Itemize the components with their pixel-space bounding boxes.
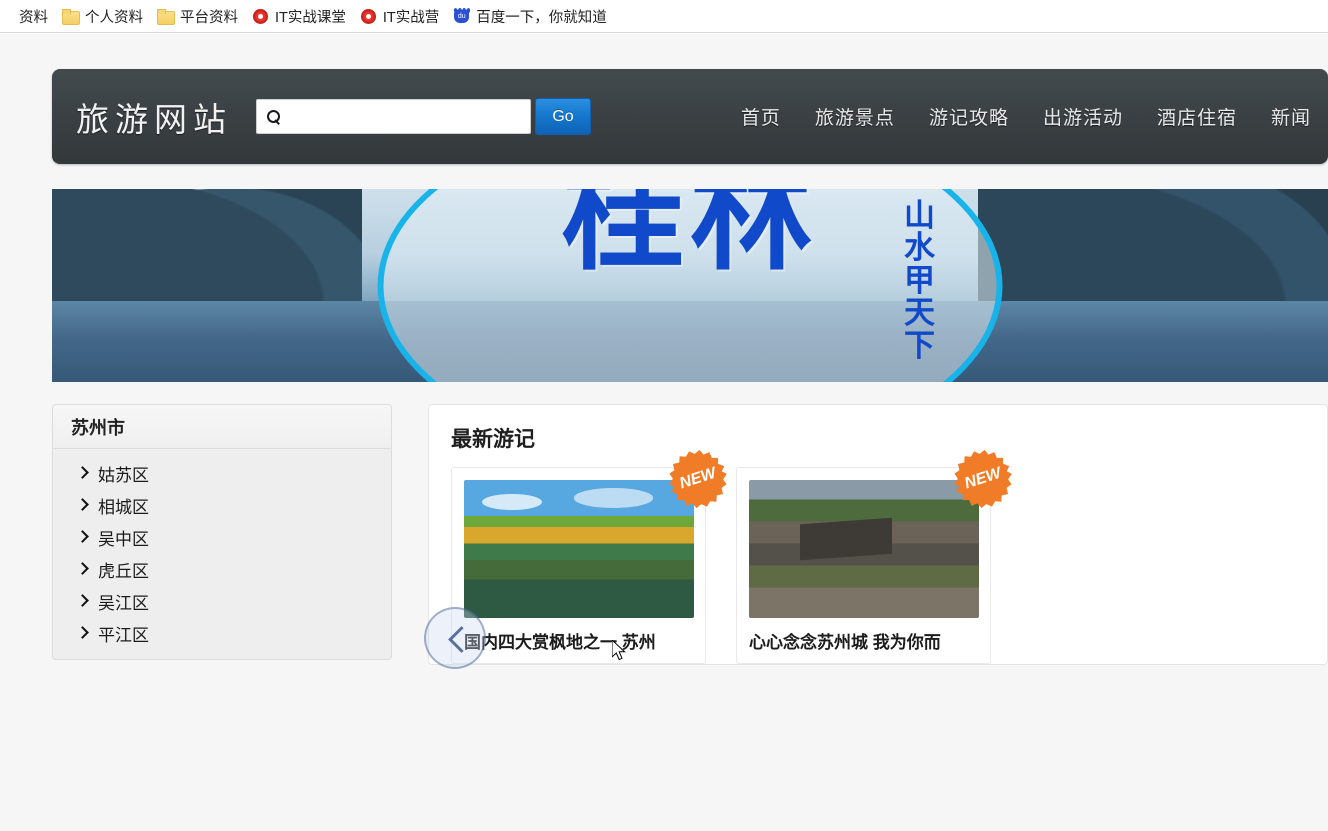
section-title: 最新游记 xyxy=(451,428,535,451)
chrome-icon xyxy=(252,8,269,25)
folder-icon xyxy=(157,8,175,25)
search-area: Go xyxy=(256,98,591,135)
site-header: 旅游网站 Go 首页 旅游景点 游记攻略 出游活动 酒店住宿 新闻 xyxy=(52,69,1328,164)
chevron-right-icon xyxy=(77,499,89,511)
chevron-right-icon xyxy=(77,595,89,607)
content-area: 苏州市 姑苏区 相城区 吴中区 虎丘区 吴江区 平江区 最新游记 NEW 国内四… xyxy=(52,404,1328,669)
banner-oval-frame: ·醉美桂林—5日游· 桂林 山水甲天下 山青水秀洞奇石美 —— 渔舟唱晚 xyxy=(377,189,1003,382)
bookmark-label: IT实战营 xyxy=(382,9,440,26)
carousel-prev-button[interactable] xyxy=(424,607,486,669)
bookmark-item[interactable]: 平台资料 xyxy=(153,3,246,29)
page-content-wrapper: 旅游网站 Go 首页 旅游景点 游记攻略 出游活动 酒店住宿 新闻 桂林 山水甲… xyxy=(52,34,1328,669)
sidebar-item-wujiang[interactable]: 吴江区 xyxy=(53,585,391,617)
nav-item-hotels[interactable]: 酒店住宿 xyxy=(1140,103,1254,130)
baidu-paw-shape xyxy=(453,6,472,15)
search-go-button[interactable]: Go xyxy=(535,98,591,135)
search-icon xyxy=(267,109,281,124)
browser-bookmarks-bar: 资料 个人资料 平台资料 IT实战课堂 IT实战营 百度一下，你就知道 xyxy=(0,0,1328,33)
sidebar-item-gusu[interactable]: 姑苏区 xyxy=(53,457,391,489)
bookmark-item[interactable]: 个人资料 xyxy=(58,3,151,29)
chevron-right-icon xyxy=(77,627,89,639)
main-navigation: 首页 旅游景点 游记攻略 出游活动 酒店住宿 新闻 xyxy=(724,103,1328,130)
chevron-right-icon xyxy=(77,531,89,543)
banner-side-text: 山水甲天下 xyxy=(904,197,935,363)
nav-item-travelogues[interactable]: 游记攻略 xyxy=(912,103,1026,130)
bookmark-item[interactable]: 资料 xyxy=(0,3,56,29)
folder-icon xyxy=(0,8,13,25)
banner-mountains-right xyxy=(978,189,1328,305)
nav-item-home[interactable]: 首页 xyxy=(724,103,798,130)
sidebar-item-xiangcheng[interactable]: 相城区 xyxy=(53,489,391,521)
sidebar-item-label: 相城区 xyxy=(98,497,149,517)
travelogue-thumbnail[interactable] xyxy=(749,480,979,618)
sidebar-item-wuzhong[interactable]: 吴中区 xyxy=(53,521,391,553)
travelogue-title[interactable]: 心心念念苏州城 我为你而 xyxy=(749,628,978,653)
travelogue-thumbnail[interactable] xyxy=(464,480,694,618)
search-input[interactable] xyxy=(281,100,530,133)
bookmark-item[interactable]: 百度一下，你就知道 xyxy=(449,3,615,29)
bookmark-label: 平台资料 xyxy=(180,9,238,26)
hero-banner[interactable]: ·醉美桂林—5日游· 桂林 山水甲天下 山青水秀洞奇石美 —— 渔舟唱晚 xyxy=(52,189,1328,382)
folder-icon xyxy=(62,8,80,25)
banner-mountains-left xyxy=(52,189,362,305)
sidebar-list: 姑苏区 相城区 吴中区 虎丘区 吴江区 平江区 xyxy=(53,449,391,659)
travelogue-title[interactable]: 国内四大赏枫地之一 苏州 xyxy=(464,628,693,653)
sidebar-item-pingjiang[interactable]: 平江区 xyxy=(53,617,391,649)
sidebar-item-label: 平江区 xyxy=(98,625,149,645)
sidebar-item-label: 吴中区 xyxy=(98,529,149,549)
travelogue-card[interactable]: NEW 心心念念苏州城 我为你而 xyxy=(736,467,991,664)
travelogue-card[interactable]: NEW 国内四大赏枫地之一 苏州 xyxy=(424,467,706,669)
sidebar-item-label: 吴江区 xyxy=(98,593,149,613)
nav-item-activities[interactable]: 出游活动 xyxy=(1026,103,1140,130)
search-box[interactable] xyxy=(256,99,531,134)
bookmark-item[interactable]: IT实战课堂 xyxy=(248,3,354,29)
travelogue-card-row: NEW 国内四大赏枫地之一 苏州 NEW 心心念念苏州城 我为你而 xyxy=(424,467,1305,669)
nav-item-news[interactable]: 新闻 xyxy=(1254,103,1328,130)
sidebar-item-label: 虎丘区 xyxy=(98,561,149,581)
sidebar-title: 苏州市 xyxy=(53,405,391,449)
baidu-icon xyxy=(453,6,472,25)
nav-item-attractions[interactable]: 旅游景点 xyxy=(798,103,912,130)
chevron-right-icon xyxy=(77,467,89,479)
bookmark-label: 资料 xyxy=(19,9,48,26)
page-viewport: 旅游网站 Go 首页 旅游景点 游记攻略 出游活动 酒店住宿 新闻 桂林 山水甲… xyxy=(0,34,1328,831)
bookmark-label: IT实战课堂 xyxy=(275,9,346,26)
sidebar-item-huqiu[interactable]: 虎丘区 xyxy=(53,553,391,585)
latest-travelogues-panel: 最新游记 NEW 国内四大赏枫地之一 苏州 NEW 心心念念苏州城 我为你而 xyxy=(424,404,1328,669)
district-sidebar: 苏州市 姑苏区 相城区 吴中区 虎丘区 吴江区 平江区 xyxy=(52,404,392,660)
sidebar-item-label: 姑苏区 xyxy=(98,465,149,485)
bookmark-label: 百度一下，你就知道 xyxy=(476,9,607,26)
site-brand: 旅游网站 xyxy=(76,100,232,138)
chrome-icon xyxy=(360,8,377,25)
bookmark-label: 个人资料 xyxy=(85,9,143,26)
bookmark-item[interactable]: IT实战营 xyxy=(356,3,447,29)
chevron-right-icon xyxy=(77,563,89,575)
